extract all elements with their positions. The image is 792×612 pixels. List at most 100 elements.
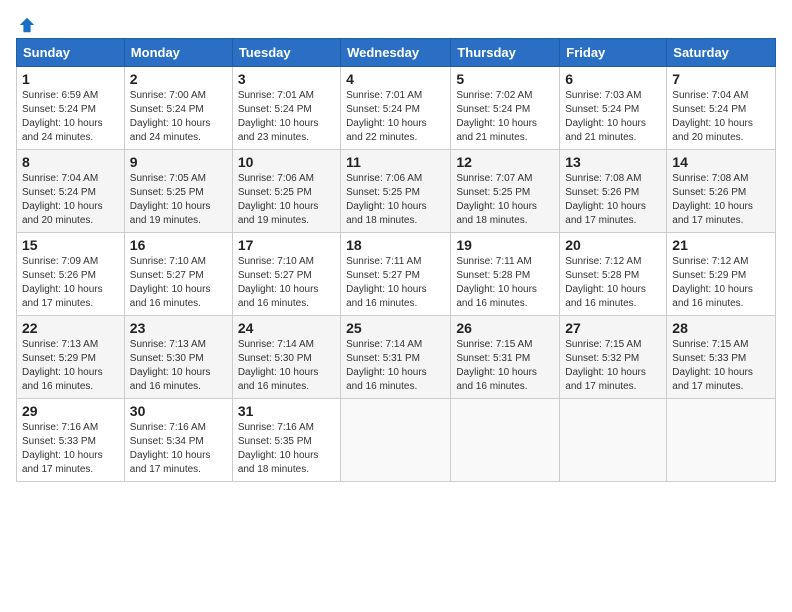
calendar-cell (451, 399, 560, 482)
day-info: Sunrise: 7:09 AMSunset: 5:26 PMDaylight:… (22, 256, 103, 309)
day-info: Sunrise: 7:04 AMSunset: 5:24 PMDaylight:… (22, 173, 103, 226)
day-number: 1 (22, 71, 119, 87)
calendar-header-row: SundayMondayTuesdayWednesdayThursdayFrid… (17, 39, 776, 67)
calendar-cell: 15 Sunrise: 7:09 AMSunset: 5:26 PMDaylig… (17, 233, 125, 316)
day-info: Sunrise: 7:10 AMSunset: 5:27 PMDaylight:… (130, 256, 211, 309)
day-number: 15 (22, 237, 119, 253)
day-number: 17 (238, 237, 335, 253)
day-number: 27 (565, 320, 661, 336)
day-info: Sunrise: 7:13 AMSunset: 5:30 PMDaylight:… (130, 339, 211, 392)
day-number: 31 (238, 403, 335, 419)
day-info: Sunrise: 7:03 AMSunset: 5:24 PMDaylight:… (565, 90, 646, 143)
calendar-cell: 24 Sunrise: 7:14 AMSunset: 5:30 PMDaylig… (232, 316, 340, 399)
day-info: Sunrise: 7:06 AMSunset: 5:25 PMDaylight:… (346, 173, 427, 226)
page-header (16, 16, 776, 28)
day-number: 2 (130, 71, 227, 87)
logo-icon (18, 16, 36, 34)
weekday-header-saturday: Saturday (667, 39, 776, 67)
calendar-cell: 27 Sunrise: 7:15 AMSunset: 5:32 PMDaylig… (560, 316, 667, 399)
day-info: Sunrise: 7:12 AMSunset: 5:28 PMDaylight:… (565, 256, 646, 309)
day-info: Sunrise: 7:15 AMSunset: 5:33 PMDaylight:… (672, 339, 753, 392)
day-info: Sunrise: 7:07 AMSunset: 5:25 PMDaylight:… (456, 173, 537, 226)
day-number: 4 (346, 71, 445, 87)
day-info: Sunrise: 6:59 AMSunset: 5:24 PMDaylight:… (22, 90, 103, 143)
calendar-week-3: 15 Sunrise: 7:09 AMSunset: 5:26 PMDaylig… (17, 233, 776, 316)
day-number: 18 (346, 237, 445, 253)
day-info: Sunrise: 7:15 AMSunset: 5:32 PMDaylight:… (565, 339, 646, 392)
day-number: 28 (672, 320, 770, 336)
calendar-cell: 18 Sunrise: 7:11 AMSunset: 5:27 PMDaylig… (341, 233, 451, 316)
day-info: Sunrise: 7:16 AMSunset: 5:34 PMDaylight:… (130, 422, 211, 475)
calendar-cell: 12 Sunrise: 7:07 AMSunset: 5:25 PMDaylig… (451, 150, 560, 233)
day-info: Sunrise: 7:16 AMSunset: 5:35 PMDaylight:… (238, 422, 319, 475)
day-number: 13 (565, 154, 661, 170)
calendar-cell: 4 Sunrise: 7:01 AMSunset: 5:24 PMDayligh… (341, 67, 451, 150)
day-info: Sunrise: 7:08 AMSunset: 5:26 PMDaylight:… (565, 173, 646, 226)
day-info: Sunrise: 7:01 AMSunset: 5:24 PMDaylight:… (238, 90, 319, 143)
calendar-cell: 30 Sunrise: 7:16 AMSunset: 5:34 PMDaylig… (124, 399, 232, 482)
day-number: 30 (130, 403, 227, 419)
day-number: 22 (22, 320, 119, 336)
day-number: 7 (672, 71, 770, 87)
calendar-cell: 3 Sunrise: 7:01 AMSunset: 5:24 PMDayligh… (232, 67, 340, 150)
calendar-cell: 16 Sunrise: 7:10 AMSunset: 5:27 PMDaylig… (124, 233, 232, 316)
day-number: 24 (238, 320, 335, 336)
calendar-cell: 22 Sunrise: 7:13 AMSunset: 5:29 PMDaylig… (17, 316, 125, 399)
calendar-cell: 6 Sunrise: 7:03 AMSunset: 5:24 PMDayligh… (560, 67, 667, 150)
day-info: Sunrise: 7:01 AMSunset: 5:24 PMDaylight:… (346, 90, 427, 143)
calendar-cell: 26 Sunrise: 7:15 AMSunset: 5:31 PMDaylig… (451, 316, 560, 399)
day-number: 16 (130, 237, 227, 253)
day-number: 6 (565, 71, 661, 87)
weekday-header-tuesday: Tuesday (232, 39, 340, 67)
calendar-cell: 29 Sunrise: 7:16 AMSunset: 5:33 PMDaylig… (17, 399, 125, 482)
calendar-cell: 11 Sunrise: 7:06 AMSunset: 5:25 PMDaylig… (341, 150, 451, 233)
calendar-cell: 9 Sunrise: 7:05 AMSunset: 5:25 PMDayligh… (124, 150, 232, 233)
day-info: Sunrise: 7:16 AMSunset: 5:33 PMDaylight:… (22, 422, 103, 475)
day-number: 5 (456, 71, 554, 87)
calendar-cell: 14 Sunrise: 7:08 AMSunset: 5:26 PMDaylig… (667, 150, 776, 233)
weekday-header-wednesday: Wednesday (341, 39, 451, 67)
day-number: 10 (238, 154, 335, 170)
calendar-body: 1 Sunrise: 6:59 AMSunset: 5:24 PMDayligh… (17, 67, 776, 482)
calendar-cell: 31 Sunrise: 7:16 AMSunset: 5:35 PMDaylig… (232, 399, 340, 482)
weekday-header-monday: Monday (124, 39, 232, 67)
day-info: Sunrise: 7:04 AMSunset: 5:24 PMDaylight:… (672, 90, 753, 143)
calendar-cell: 28 Sunrise: 7:15 AMSunset: 5:33 PMDaylig… (667, 316, 776, 399)
calendar-week-2: 8 Sunrise: 7:04 AMSunset: 5:24 PMDayligh… (17, 150, 776, 233)
calendar-week-5: 29 Sunrise: 7:16 AMSunset: 5:33 PMDaylig… (17, 399, 776, 482)
calendar-cell (667, 399, 776, 482)
day-number: 3 (238, 71, 335, 87)
calendar-cell: 19 Sunrise: 7:11 AMSunset: 5:28 PMDaylig… (451, 233, 560, 316)
day-info: Sunrise: 7:15 AMSunset: 5:31 PMDaylight:… (456, 339, 537, 392)
calendar-cell: 13 Sunrise: 7:08 AMSunset: 5:26 PMDaylig… (560, 150, 667, 233)
day-number: 25 (346, 320, 445, 336)
calendar-week-1: 1 Sunrise: 6:59 AMSunset: 5:24 PMDayligh… (17, 67, 776, 150)
day-info: Sunrise: 7:12 AMSunset: 5:29 PMDaylight:… (672, 256, 753, 309)
day-info: Sunrise: 7:06 AMSunset: 5:25 PMDaylight:… (238, 173, 319, 226)
day-number: 21 (672, 237, 770, 253)
calendar-cell (560, 399, 667, 482)
day-number: 11 (346, 154, 445, 170)
day-number: 19 (456, 237, 554, 253)
day-number: 14 (672, 154, 770, 170)
calendar-cell: 8 Sunrise: 7:04 AMSunset: 5:24 PMDayligh… (17, 150, 125, 233)
weekday-header-sunday: Sunday (17, 39, 125, 67)
logo (16, 16, 36, 28)
calendar-week-4: 22 Sunrise: 7:13 AMSunset: 5:29 PMDaylig… (17, 316, 776, 399)
calendar-cell: 2 Sunrise: 7:00 AMSunset: 5:24 PMDayligh… (124, 67, 232, 150)
calendar-cell: 10 Sunrise: 7:06 AMSunset: 5:25 PMDaylig… (232, 150, 340, 233)
day-number: 8 (22, 154, 119, 170)
calendar-cell: 7 Sunrise: 7:04 AMSunset: 5:24 PMDayligh… (667, 67, 776, 150)
day-info: Sunrise: 7:14 AMSunset: 5:30 PMDaylight:… (238, 339, 319, 392)
day-number: 26 (456, 320, 554, 336)
day-info: Sunrise: 7:14 AMSunset: 5:31 PMDaylight:… (346, 339, 427, 392)
day-info: Sunrise: 7:11 AMSunset: 5:27 PMDaylight:… (346, 256, 427, 309)
day-info: Sunrise: 7:11 AMSunset: 5:28 PMDaylight:… (456, 256, 537, 309)
day-number: 9 (130, 154, 227, 170)
calendar-cell: 23 Sunrise: 7:13 AMSunset: 5:30 PMDaylig… (124, 316, 232, 399)
day-info: Sunrise: 7:08 AMSunset: 5:26 PMDaylight:… (672, 173, 753, 226)
calendar-cell (341, 399, 451, 482)
calendar-cell: 17 Sunrise: 7:10 AMSunset: 5:27 PMDaylig… (232, 233, 340, 316)
weekday-header-friday: Friday (560, 39, 667, 67)
day-info: Sunrise: 7:05 AMSunset: 5:25 PMDaylight:… (130, 173, 211, 226)
